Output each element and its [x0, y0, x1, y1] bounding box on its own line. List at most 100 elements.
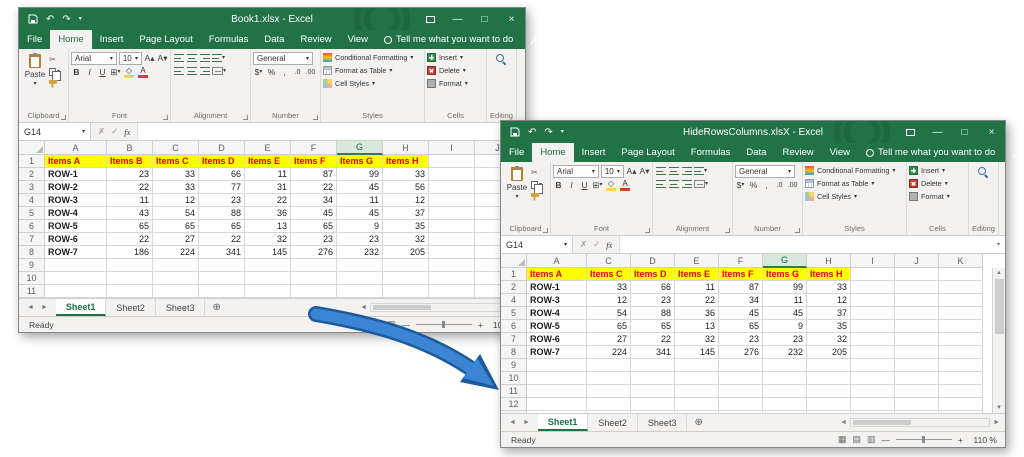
row-number-7[interactable]: 7	[19, 233, 45, 246]
tab-home[interactable]: Home	[532, 143, 573, 162]
cell-F4[interactable]: 34	[719, 294, 763, 307]
bold-button[interactable]: B	[71, 66, 82, 78]
grow-font-button[interactable]: A▴	[626, 166, 637, 178]
cell-B10[interactable]	[107, 272, 153, 285]
save-icon[interactable]	[510, 127, 520, 137]
cell-I2[interactable]	[851, 281, 895, 294]
cell-C4[interactable]: 12	[587, 294, 631, 307]
column-header-B[interactable]: B	[107, 141, 153, 155]
row-number-3[interactable]: 3	[19, 181, 45, 194]
sheet-tab-sheet3[interactable]: Sheet3	[156, 299, 206, 316]
format-as-table-button[interactable]: Format as Table	[805, 177, 904, 190]
cell-K2[interactable]	[939, 281, 983, 294]
formula-cancel-icon[interactable]: ✗	[98, 126, 105, 137]
cell-styles-button[interactable]: Cell Styles	[805, 190, 904, 203]
customize-qat-dropdown-icon[interactable]	[79, 16, 82, 22]
cell-I7[interactable]	[851, 333, 895, 346]
cell-D1[interactable]: Items D	[199, 155, 245, 168]
orientation-button[interactable]	[212, 52, 225, 64]
underline-button[interactable]: U	[579, 179, 590, 191]
column-header-D[interactable]: D	[199, 141, 245, 155]
cell-E2[interactable]: 11	[675, 281, 719, 294]
column-header-E[interactable]: E	[245, 141, 291, 155]
zoom-slider[interactable]	[416, 320, 472, 329]
cell-D11[interactable]	[199, 285, 245, 298]
format-cells-button[interactable]: Format	[427, 77, 484, 90]
cell-D9[interactable]	[631, 359, 675, 372]
cell-E12[interactable]	[675, 398, 719, 411]
cell-J12[interactable]	[895, 398, 939, 411]
cell-K8[interactable]	[939, 346, 983, 359]
decrease-decimal-button[interactable]: .00	[305, 66, 316, 78]
cell-A11[interactable]	[45, 285, 107, 298]
hscroll-thumb[interactable]	[373, 305, 431, 310]
cell-J11[interactable]	[895, 385, 939, 398]
title-bar[interactable]: ↶ ↷ Book1.xlsx - Excel — □ ×	[19, 8, 525, 30]
sheet-tab-sheet1[interactable]: Sheet1	[538, 414, 589, 431]
cell-H11[interactable]	[383, 285, 429, 298]
cell-A7[interactable]: ROW-6	[527, 333, 587, 346]
comma-style-button[interactable]: ,	[761, 179, 772, 191]
formula-input[interactable]	[620, 236, 992, 253]
cell-D10[interactable]	[199, 272, 245, 285]
zoom-slider-thumb[interactable]	[922, 436, 925, 443]
cell-C7[interactable]: 27	[587, 333, 631, 346]
cell-C2[interactable]: 33	[587, 281, 631, 294]
row-number-8[interactable]: 8	[501, 346, 527, 359]
font-size-combo[interactable]: 10	[601, 165, 624, 178]
cell-A12[interactable]	[527, 398, 587, 411]
shrink-font-button[interactable]: A▾	[157, 53, 168, 65]
cell-E1[interactable]: Items E	[245, 155, 291, 168]
cell-C10[interactable]	[587, 372, 631, 385]
cell-B8[interactable]: 186	[107, 246, 153, 259]
cell-G9[interactable]	[763, 359, 807, 372]
tab-file[interactable]: File	[501, 143, 532, 162]
cell-E2[interactable]: 11	[245, 168, 291, 181]
row-number-6[interactable]: 6	[501, 320, 527, 333]
zoom-out-icon[interactable]: —	[882, 435, 891, 445]
row-number-1[interactable]: 1	[19, 155, 45, 168]
cell-B7[interactable]: 22	[107, 233, 153, 246]
percent-style-button[interactable]: %	[748, 179, 759, 191]
cell-E4[interactable]: 22	[675, 294, 719, 307]
cell-K11[interactable]	[939, 385, 983, 398]
cell-F5[interactable]: 45	[719, 307, 763, 320]
cell-F3[interactable]: 22	[291, 181, 337, 194]
formula-enter-icon[interactable]: ✓	[111, 126, 118, 137]
clipboard-dialog-launcher-icon[interactable]	[61, 115, 66, 120]
cell-H4[interactable]: 12	[383, 194, 429, 207]
align-bottom-button[interactable]	[199, 52, 210, 64]
zoom-level[interactable]: 110 %	[969, 435, 997, 445]
sheet-tab-sheet1[interactable]: Sheet1	[56, 299, 107, 316]
cell-F5[interactable]: 45	[291, 207, 337, 220]
cell-I1[interactable]	[429, 155, 475, 168]
cell-I9[interactable]	[429, 259, 475, 272]
column-header-G[interactable]: G	[337, 141, 383, 155]
insert-cells-button[interactable]: Insert	[427, 51, 484, 64]
cell-A4[interactable]: ROW-3	[45, 194, 107, 207]
formula-input[interactable]	[138, 123, 512, 140]
cell-C3[interactable]: 33	[153, 181, 199, 194]
cell-K9[interactable]	[939, 359, 983, 372]
shrink-font-button[interactable]: A▾	[639, 166, 650, 178]
borders-button[interactable]: ⊞	[592, 179, 603, 191]
find-select-icon[interactable]	[496, 54, 507, 65]
cell-G4[interactable]: 11	[763, 294, 807, 307]
cell-J5[interactable]	[895, 307, 939, 320]
cell-H2[interactable]: 33	[807, 281, 851, 294]
paste-dropdown-icon[interactable]	[515, 194, 518, 200]
row-number-5[interactable]: 5	[19, 207, 45, 220]
cell-I10[interactable]	[429, 272, 475, 285]
cell-I5[interactable]	[429, 207, 475, 220]
close-button[interactable]: ×	[498, 8, 525, 30]
cell-F1[interactable]: Items F	[719, 268, 763, 281]
column-header-A[interactable]: A	[527, 254, 587, 268]
cell-D3[interactable]: 77	[199, 181, 245, 194]
cell-I6[interactable]	[851, 320, 895, 333]
cell-D2[interactable]: 66	[199, 168, 245, 181]
cell-C8[interactable]: 224	[153, 246, 199, 259]
row-number-8[interactable]: 8	[19, 246, 45, 259]
column-header-C[interactable]: C	[587, 254, 631, 268]
cell-E10[interactable]	[245, 272, 291, 285]
cell-G10[interactable]	[337, 272, 383, 285]
